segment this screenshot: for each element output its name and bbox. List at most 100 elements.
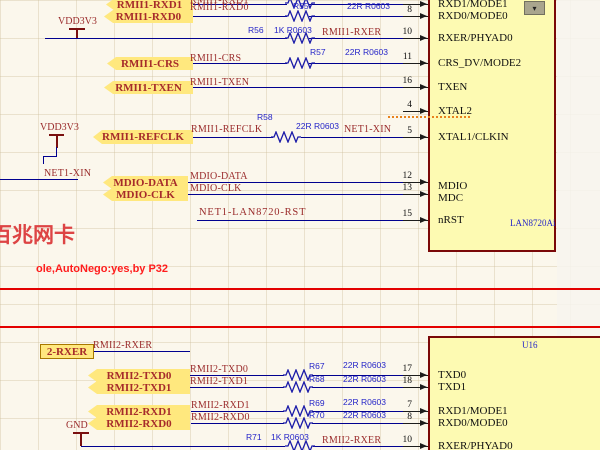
- pin-number-11: 11: [388, 52, 412, 62]
- pin-arrow-icon: [420, 420, 427, 426]
- wire-vdd-drop[interactable]: [43, 156, 57, 157]
- power-label-vdd3v3[interactable]: VDD3V3: [40, 122, 79, 133]
- net-label-rmii2-rxd1[interactable]: RMII2-RXD1: [191, 400, 250, 411]
- wire-rmii1-refclk[interactable]: [193, 137, 273, 138]
- wire-rmii1-crs[interactable]: [309, 63, 403, 64]
- pin-name-crs-dv-mode2: CRS_DV/MODE2: [438, 57, 521, 69]
- pin-arrow-icon: [420, 179, 427, 185]
- port-rmii2-rxd1[interactable]: RMII2-RXD1: [88, 405, 190, 418]
- value-r71[interactable]: 1K R0603: [271, 432, 309, 442]
- wire-rmii2-rxd0[interactable]: [191, 423, 284, 424]
- pin-arrow-icon: [420, 443, 427, 449]
- value-r56[interactable]: 1K R0603: [274, 25, 312, 35]
- port-rmii1-refclk[interactable]: RMII1-REFCLK: [93, 130, 193, 144]
- wire-rmii2-rxer[interactable]: [92, 351, 190, 352]
- sheet-divider-line: [0, 326, 600, 328]
- wire-net1-xin[interactable]: [301, 137, 403, 138]
- pin-name-rxd1-mode1: RXD1/MODE1: [438, 0, 508, 10]
- value-r55[interactable]: 22R R0603: [347, 1, 390, 11]
- port-rmii1-crs[interactable]: RMII1-CRS: [107, 57, 193, 70]
- designator-r67[interactable]: R67: [309, 361, 325, 371]
- wire-rxer-pullup[interactable]: [45, 38, 287, 39]
- wire-rmii1-rxd0[interactable]: [309, 16, 403, 17]
- net-label-rmii2-rxer[interactable]: RMII2-RXER: [322, 435, 381, 446]
- designator-r57[interactable]: R57: [310, 47, 326, 57]
- value-r68[interactable]: 22R R0603: [343, 374, 386, 384]
- net-label-rmii2-rxd0[interactable]: RMII2-RXD0: [191, 412, 250, 423]
- designator-r69[interactable]: R69: [309, 398, 325, 408]
- pin-arrow-icon: [420, 372, 427, 378]
- wire-rmii2-rxer[interactable]: [313, 446, 403, 447]
- port-mdio-data[interactable]: MDIO-DATA: [103, 176, 188, 189]
- wire-net1-xin[interactable]: [0, 179, 78, 180]
- pin-number-15: 15: [388, 209, 412, 219]
- net-label-rmii2-txd0[interactable]: RMII2-TXD0: [190, 364, 248, 375]
- pin-arrow-icon: [420, 384, 427, 390]
- port-mdio-clk[interactable]: MDIO-CLK: [103, 188, 188, 201]
- resistor-r57[interactable]: [285, 57, 315, 69]
- resistor-r55[interactable]: [285, 10, 315, 22]
- sheet-divider-line: [0, 288, 600, 290]
- pin-name-txd0: TXD0: [438, 369, 466, 381]
- net-label-rmii1-rxer[interactable]: RMII1-RXER: [322, 27, 381, 38]
- sheet-edge-strip: [557, 0, 600, 336]
- port-rmii1-rxd0[interactable]: RMII1-RXD0: [104, 10, 193, 23]
- resistor-r58[interactable]: [271, 131, 301, 143]
- value-r58[interactable]: 22R R0603: [296, 121, 339, 131]
- designator-r55[interactable]: R55: [293, 1, 309, 11]
- pin-number-10: 10: [388, 27, 412, 37]
- pin-arrow-icon: [420, 13, 427, 19]
- value-r57[interactable]: 22R R0603: [345, 47, 388, 57]
- value-r69[interactable]: 22R R0603: [343, 397, 386, 407]
- port-rmii2-rxer[interactable]: 2-RXER: [40, 344, 94, 359]
- port-rmii1-txen[interactable]: RMII1-TXEN: [104, 81, 193, 94]
- port-rmii2-rxd0[interactable]: RMII2-RXD0: [88, 417, 190, 430]
- dropdown-button[interactable]: ▾: [524, 1, 545, 15]
- net-label-net1-lan8720-rst[interactable]: NET1-LAN8720-RST: [199, 207, 306, 218]
- designator-r71[interactable]: R71: [246, 432, 262, 442]
- wire-nrst[interactable]: [197, 220, 403, 221]
- pin-name-mdc: MDC: [438, 192, 463, 204]
- pin-name-rxer-phyad0: RXER/PHYAD0: [438, 32, 513, 44]
- value-r70[interactable]: 22R R0603: [343, 410, 386, 420]
- port-rmii2-txd0[interactable]: RMII2-TXD0: [88, 369, 190, 382]
- power-label-vdd3v3[interactable]: VDD3V3: [58, 16, 97, 27]
- designator-r58[interactable]: R58: [257, 112, 273, 122]
- net-label-net1-xin[interactable]: NET1-XIN: [344, 124, 391, 135]
- chinese-title: 百兆网卡: [0, 219, 75, 249]
- pin-arrow-icon: [420, 134, 427, 140]
- designator-r70[interactable]: R70: [309, 410, 325, 420]
- net-label-rmii1-rxd0[interactable]: RMII1-RXD0: [190, 2, 249, 13]
- net-label-net1-xin[interactable]: NET1-XIN: [44, 168, 91, 179]
- port-rmii2-txd1[interactable]: RMII2-TXD1: [88, 381, 190, 394]
- wire-rxer-pulldown[interactable]: [81, 446, 285, 447]
- schematic-canvas: LAN8720Ai RXD1/MODE1 RXD0/MODE0 RXER/PHY…: [0, 0, 600, 450]
- pin-number-13: 13: [388, 183, 412, 193]
- value-r67[interactable]: 22R R0603: [343, 360, 386, 370]
- net-label-rmii2-rxer[interactable]: RMII2-RXER: [93, 340, 152, 351]
- net-label-rmii1-txen[interactable]: RMII1-TXEN: [190, 77, 249, 88]
- pin-number-12: 12: [388, 171, 412, 181]
- net-label-rmii1-refclk[interactable]: RMII1-REFCLK: [191, 124, 262, 135]
- pin-name-rxd0-mode0: RXD0/MODE0: [438, 10, 508, 22]
- wire-rmii1-rxd0[interactable]: [193, 16, 287, 17]
- net-label-rmii2-txd1[interactable]: RMII2-TXD1: [190, 376, 248, 387]
- net-label-mdio-clk[interactable]: MDIO-CLK: [190, 183, 242, 194]
- pin-arrow-icon: [420, 217, 427, 223]
- designator-r68[interactable]: R68: [309, 374, 325, 384]
- wire-rmii2-txd1[interactable]: [190, 387, 284, 388]
- unconnected-warning-squiggle-icon: [388, 113, 470, 118]
- wire-vdd-drop[interactable]: [43, 156, 44, 164]
- wire-mdc[interactable]: [188, 194, 403, 195]
- net-label-mdio-data[interactable]: MDIO-DATA: [190, 171, 248, 182]
- wire-rmii1-rxer[interactable]: [309, 38, 403, 39]
- gnd-label[interactable]: GND: [66, 420, 88, 431]
- net-label-rmii1-crs[interactable]: RMII1-CRS: [190, 53, 241, 64]
- pin-name-mdio: MDIO: [438, 180, 467, 192]
- wire-rmii2-rxd0[interactable]: [312, 423, 403, 424]
- wire-rmii2-txd1[interactable]: [312, 387, 403, 388]
- pin-arrow-icon: [420, 84, 427, 90]
- port-rmii1-rxd1[interactable]: RMII1-RXD1: [106, 0, 193, 11]
- designator-r56[interactable]: R56: [248, 25, 264, 35]
- chip-lan8720a-bottom[interactable]: [428, 336, 600, 450]
